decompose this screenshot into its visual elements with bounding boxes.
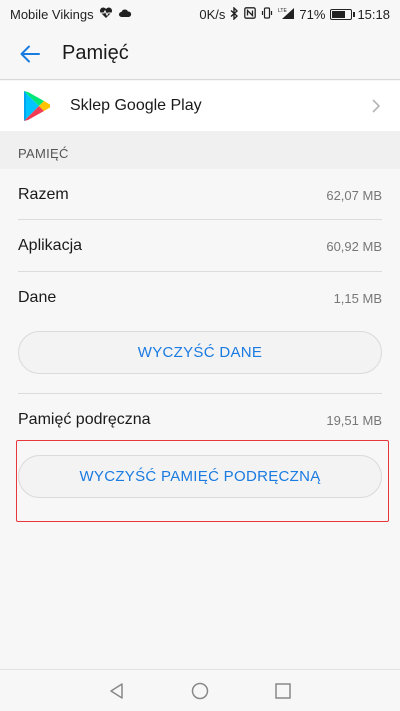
row-value: 19,51 MB [326, 412, 382, 428]
bluetooth-icon [230, 5, 239, 22]
google-play-icon [24, 91, 50, 121]
row-value: 60,92 MB [326, 238, 382, 254]
section-header-storage: PAMIĘĆ [0, 131, 400, 169]
back-arrow-icon[interactable] [18, 42, 42, 66]
chevron-right-icon [372, 99, 381, 113]
row-value: 62,07 MB [326, 187, 382, 203]
storage-row-cache: Pamięć podręczna 19,51 MB [18, 394, 382, 446]
signal-icon: LTE [278, 7, 295, 21]
row-label: Pamięć podręczna [18, 411, 151, 428]
clear-data-button[interactable]: WYCZYŚĆ DANE [18, 331, 382, 374]
battery-fill [332, 10, 345, 18]
nav-back-icon[interactable] [107, 681, 127, 701]
row-label: Dane [18, 289, 57, 306]
battery-percent: 71% [299, 6, 326, 22]
carrier-name: Mobile Vikings [10, 6, 94, 22]
svg-text:LTE: LTE [278, 8, 287, 14]
storage-row-app: Aplikacja 60,92 MB [18, 220, 382, 272]
navigation-bar [0, 669, 400, 711]
status-bar: Mobile Vikings 0K/s LTE 71% 15:18 [0, 0, 400, 28]
nav-recents-icon[interactable] [273, 681, 293, 701]
app-info-row[interactable]: Sklep Google Play [0, 81, 400, 131]
row-label: Aplikacja [18, 237, 83, 254]
nfc-icon [244, 7, 257, 21]
highlight-box [16, 440, 389, 522]
cloud-icon [118, 8, 132, 20]
status-right: 0K/s LTE 71% 15:18 [199, 5, 390, 22]
battery-icon [330, 8, 356, 20]
page-title: Pamięć [62, 42, 129, 64]
row-label: Razem [18, 186, 69, 203]
app-name: Sklep Google Play [70, 97, 202, 114]
status-left: Mobile Vikings [10, 7, 132, 22]
app-bar: Pamięć [0, 28, 400, 80]
nav-home-icon[interactable] [190, 681, 210, 701]
vibrate-icon [261, 7, 273, 21]
clock: 15:18 [357, 6, 390, 22]
storage-list: Razem 62,07 MB Aplikacja 60,92 MB Dane 1… [0, 169, 400, 669]
row-value: 1,15 MB [333, 290, 382, 306]
storage-row-total: Razem 62,07 MB [18, 169, 382, 221]
storage-row-data: Dane 1,15 MB [18, 272, 382, 324]
heart-pulse-icon [99, 7, 113, 21]
network-speed: 0K/s [199, 6, 226, 22]
